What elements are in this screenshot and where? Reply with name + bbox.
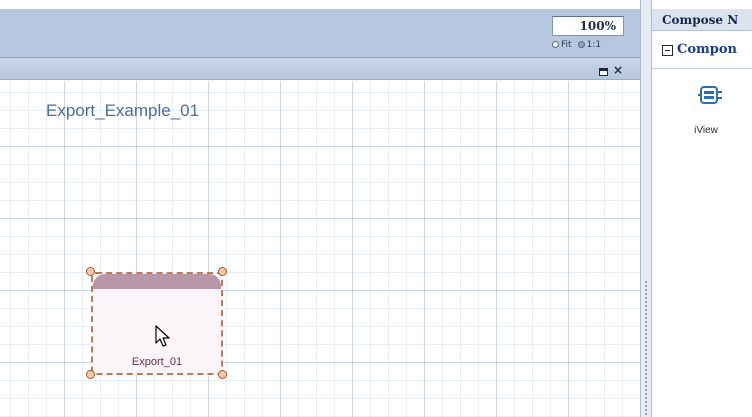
zoom-fit-label: Fit [561,40,572,50]
modeler-window: 100% Fit 1:1 × Export_Example_01 Export_0… [0,0,752,417]
components-section-label: Compon [677,42,737,57]
one-to-one-radio-icon[interactable] [577,41,585,48]
zoom-input[interactable]: 100% [552,16,624,36]
top-strip [0,0,640,9]
resize-handle-bottom-right[interactable] [218,370,227,379]
iview-node-header [93,274,221,289]
section-divider [652,68,752,69]
close-icon[interactable]: × [612,63,624,77]
zoom-options: Fit 1:1 [552,40,628,54]
splitter-grip[interactable] [644,280,648,417]
model-title: Export_Example_01 [46,101,200,120]
collapse-icon[interactable] [662,45,673,56]
resize-handle-bottom-left[interactable] [86,370,95,379]
compose-panel-header: Compose N [652,9,752,31]
iview-node[interactable]: Export_01 [91,272,223,375]
iview-tool-icon [698,86,722,104]
zoom-fit-option[interactable]: Fit [552,40,572,50]
view-header-bar [0,58,640,80]
design-canvas[interactable]: Export_Example_01 Export_01 [0,81,640,417]
resize-handle-top-right[interactable] [218,267,227,276]
components-section-header[interactable]: Compon [652,41,752,61]
fit-radio-icon[interactable] [552,41,559,48]
compose-panel-title: Compose N [662,13,739,27]
zoom-1to1-label: 1:1 [586,40,602,50]
zoom-1to1-option[interactable]: 1:1 [577,40,602,50]
resize-handle-top-left[interactable] [86,267,95,276]
iview-node-label: Export_01 [131,356,183,368]
iview-tool[interactable]: iView [688,83,736,143]
compose-panel: Compose N Compon iView [652,0,752,417]
maximize-icon[interactable] [599,68,608,76]
mouse-cursor-icon [155,325,170,347]
zoom-toolbar: 100% Fit 1:1 [0,9,640,58]
panel-splitter[interactable] [640,0,652,417]
iview-tool-label: iView [694,125,718,136]
